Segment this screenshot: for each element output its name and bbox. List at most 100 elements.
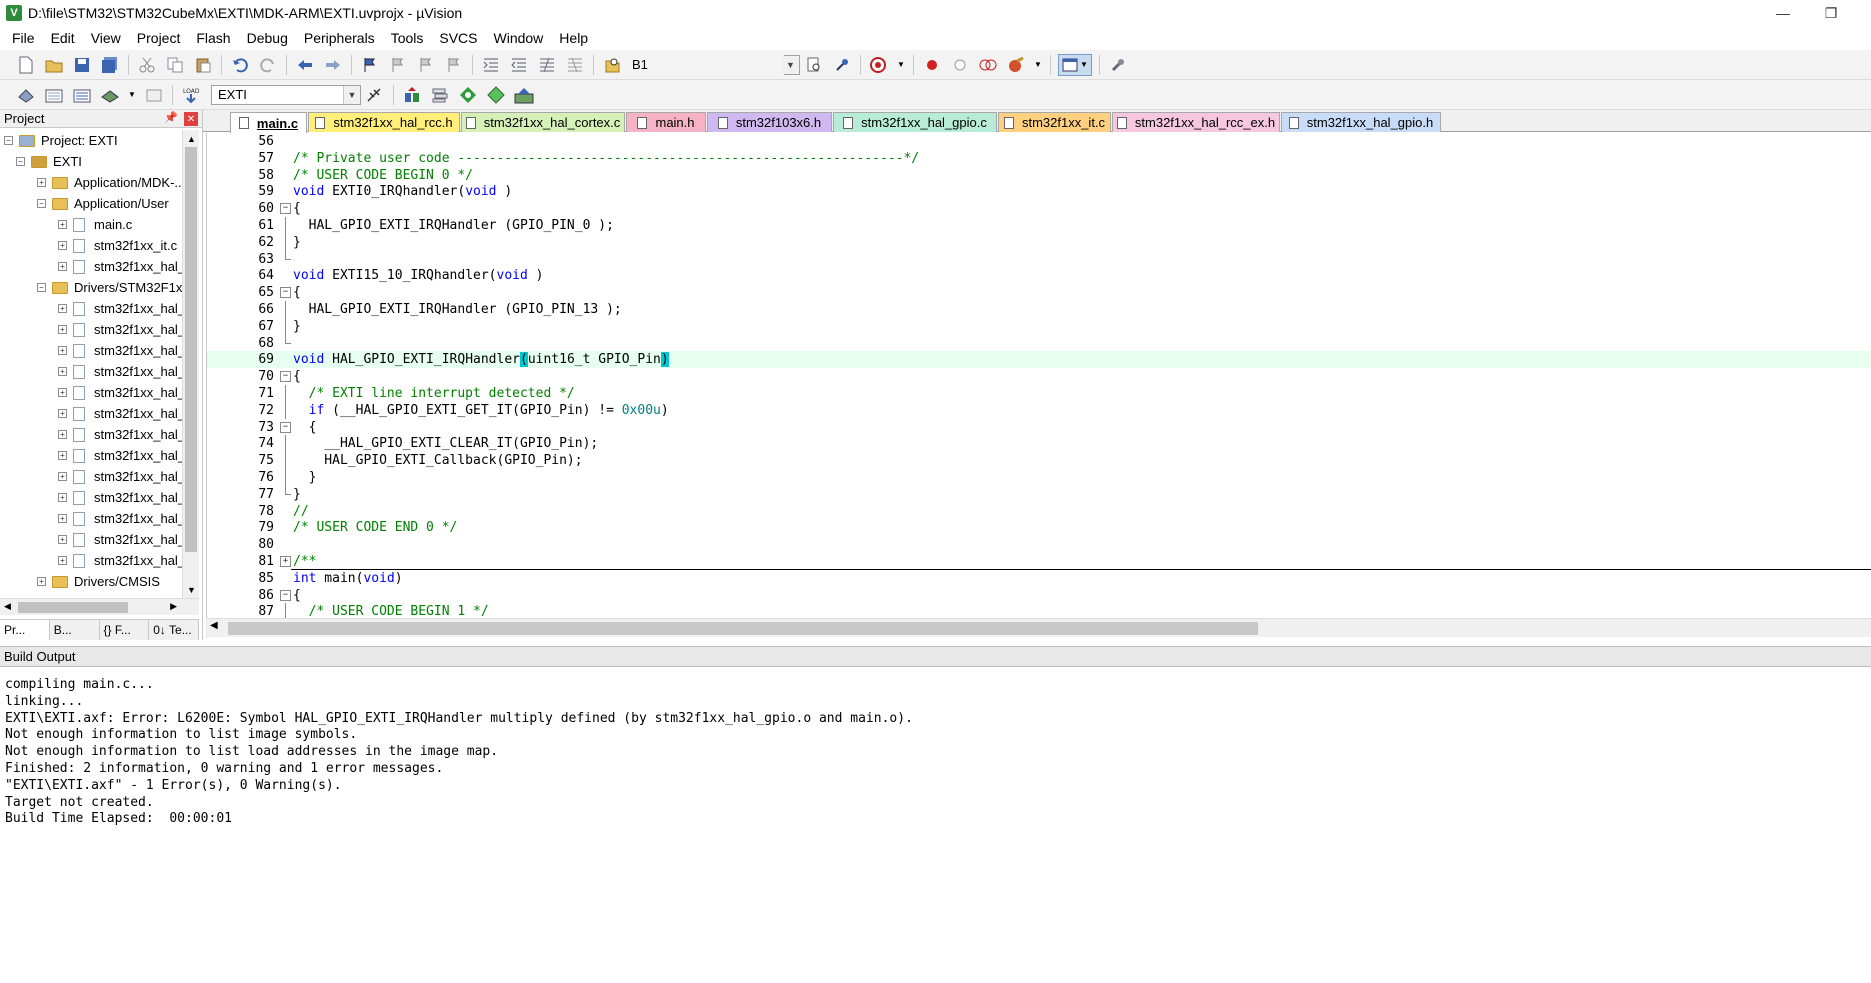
tree-file-item[interactable]: + stm32f1xx_hal_... <box>58 319 182 340</box>
find-dropdown[interactable]: ▼ <box>781 54 800 75</box>
tab-books[interactable]: B... <box>50 620 100 640</box>
comment-icon[interactable] <box>536 54 558 76</box>
tree-folder-item[interactable]: − Drivers/STM32F1xx... <box>37 277 182 298</box>
navigate-forward-icon[interactable] <box>322 54 344 76</box>
editor-tab[interactable]: stm32f1xx_it.c <box>998 112 1111 132</box>
tree-folder-item[interactable]: + Application/MDK-... <box>37 172 182 193</box>
code-line[interactable]: 86−{ <box>207 587 1871 604</box>
code-line[interactable]: 85 int main(void) <box>207 570 1871 587</box>
code-line[interactable]: 73− { <box>207 419 1871 436</box>
expand-icon[interactable]: + <box>58 556 67 565</box>
scroll-down-icon[interactable]: ▼ <box>183 581 200 598</box>
tree-file-item[interactable]: + stm32f1xx_hal_... <box>58 298 182 319</box>
tree-file-item[interactable]: + stm32f1xx_hal_... <box>58 340 182 361</box>
tab-functions[interactable]: {} F... <box>100 620 150 640</box>
indent-icon[interactable] <box>480 54 502 76</box>
code-line[interactable]: 58 /* USER CODE BEGIN 0 */ <box>207 167 1871 184</box>
code-line[interactable]: 80 <box>207 536 1871 553</box>
collapse-icon[interactable]: − <box>4 136 13 145</box>
code-line[interactable]: 81 +/** <box>207 553 1871 570</box>
pack-installer-icon[interactable] <box>485 84 507 106</box>
editor-tab[interactable]: stm32f1xx_hal_cortex.c <box>461 112 625 132</box>
expand-icon[interactable]: + <box>37 577 46 586</box>
chevron-down-icon[interactable]: ▼ <box>1033 54 1043 76</box>
code-line[interactable]: 61 HAL_GPIO_EXTI_IRQHandler (GPIO_PIN_0 … <box>207 217 1871 234</box>
target-select[interactable]: EXTI ▼ <box>211 84 361 105</box>
editor-tab[interactable]: main.c <box>230 112 307 133</box>
menu-debug[interactable]: Debug <box>239 26 296 50</box>
minimize-button[interactable]: — <box>1760 2 1806 24</box>
code-line[interactable]: 64 void EXTI15_10_IRQhandler(void ) <box>207 267 1871 284</box>
menu-window[interactable]: Window <box>486 26 552 50</box>
tree-folder-item[interactable]: − EXTI <box>16 151 82 172</box>
fold-collapse-icon[interactable]: − <box>280 203 291 215</box>
code-line[interactable]: 69 void HAL_GPIO_EXTI_IRQHandler(uint16_t… <box>207 351 1871 369</box>
tree-file-item[interactable]: + stm32f1xx_hal_... <box>58 508 182 529</box>
code-line[interactable]: 74 __HAL_GPIO_EXTI_CLEAR_IT(GPIO_Pin); <box>207 435 1871 453</box>
fold-collapse-icon[interactable]: − <box>280 371 291 383</box>
code-line[interactable]: 63 <box>207 250 1871 268</box>
expand-icon[interactable]: + <box>37 178 46 187</box>
new-file-icon[interactable] <box>15 54 37 76</box>
editor-tab[interactable]: stm32f103x6.h <box>707 112 832 132</box>
tree-file-item[interactable]: + stm32f1xx_hal_... <box>58 424 182 445</box>
incremental-find-icon[interactable] <box>831 54 853 76</box>
code-line[interactable]: 68 <box>207 334 1871 352</box>
bookmark-icon[interactable] <box>359 54 381 76</box>
tree-scroll-thumb[interactable] <box>185 147 197 552</box>
find-in-files-icon[interactable] <box>601 54 623 76</box>
menu-tools[interactable]: Tools <box>383 26 432 50</box>
undo-icon[interactable] <box>229 54 251 76</box>
editor-tab[interactable]: stm32f1xx_hal_rcc_ex.h <box>1112 112 1280 132</box>
code-line[interactable]: 76 } <box>207 469 1871 486</box>
tree-vertical-scrollbar[interactable]: ▲ ▼ <box>182 130 199 598</box>
batch-build-icon[interactable] <box>99 84 121 106</box>
fold-collapse-icon[interactable]: − <box>280 287 291 299</box>
tab-project[interactable]: Pr... <box>0 620 50 640</box>
expand-icon[interactable]: + <box>58 262 67 271</box>
code-line[interactable]: 57 /* Private user code -----------------… <box>207 150 1871 167</box>
menu-project[interactable]: Project <box>129 26 189 50</box>
close-icon[interactable]: ✕ <box>184 112 198 126</box>
code-line[interactable]: 59 void EXTI0_IRQhandler(void ) <box>207 183 1871 200</box>
debug-session-icon[interactable] <box>868 54 890 76</box>
expand-icon[interactable]: + <box>58 220 67 229</box>
fold-collapse-icon[interactable]: − <box>280 589 291 601</box>
collapse-icon[interactable]: − <box>16 157 25 166</box>
target-options-icon[interactable] <box>364 84 386 106</box>
restore-button[interactable]: ❐ <box>1808 2 1854 24</box>
software-packs-icon[interactable] <box>513 84 535 106</box>
paste-icon[interactable] <box>192 54 214 76</box>
configure-icon[interactable] <box>1107 54 1129 76</box>
bookmark-prev-icon[interactable] <box>387 54 409 76</box>
code-line[interactable]: 78 // <box>207 503 1871 520</box>
pin-icon[interactable]: 📌 <box>164 111 178 124</box>
code-line[interactable]: 62} <box>207 233 1871 251</box>
chevron-down-icon[interactable]: ▼ <box>896 54 906 76</box>
cut-icon[interactable] <box>136 54 158 76</box>
editor-horizontal-scrollbar[interactable]: ◀ <box>206 618 1871 637</box>
tree-file-item[interactable]: + stm32f1xx_hal_... <box>58 487 182 508</box>
bookmark-next-icon[interactable] <box>415 54 437 76</box>
menu-edit[interactable]: Edit <box>43 26 83 50</box>
scroll-up-icon[interactable]: ▲ <box>183 130 200 147</box>
menu-help[interactable]: Help <box>551 26 596 50</box>
expand-icon[interactable]: + <box>58 430 67 439</box>
code-line[interactable]: 60−{ <box>207 200 1871 217</box>
open-file-icon[interactable] <box>43 54 65 76</box>
expand-icon[interactable]: + <box>58 241 67 250</box>
tree-folder-item[interactable]: + Drivers/CMSIS <box>37 571 160 592</box>
select-packs-icon[interactable] <box>429 84 451 106</box>
save-all-icon[interactable] <box>99 54 121 76</box>
tree-file-item[interactable]: + stm32f1xx_hal_... <box>58 445 182 466</box>
save-icon[interactable] <box>71 54 93 76</box>
editor-tab[interactable]: main.h <box>626 112 706 132</box>
code-line[interactable]: 65−{ <box>207 284 1871 301</box>
editor-hscroll-thumb[interactable] <box>228 622 1258 635</box>
scroll-left-icon[interactable]: ◀ <box>4 601 11 612</box>
copy-icon[interactable] <box>164 54 186 76</box>
editor-tab[interactable]: stm32f1xx_hal_gpio.h <box>1281 112 1441 132</box>
stop-build-icon[interactable] <box>143 84 165 106</box>
menu-file[interactable]: File <box>4 26 43 50</box>
translate-icon[interactable] <box>15 84 37 106</box>
